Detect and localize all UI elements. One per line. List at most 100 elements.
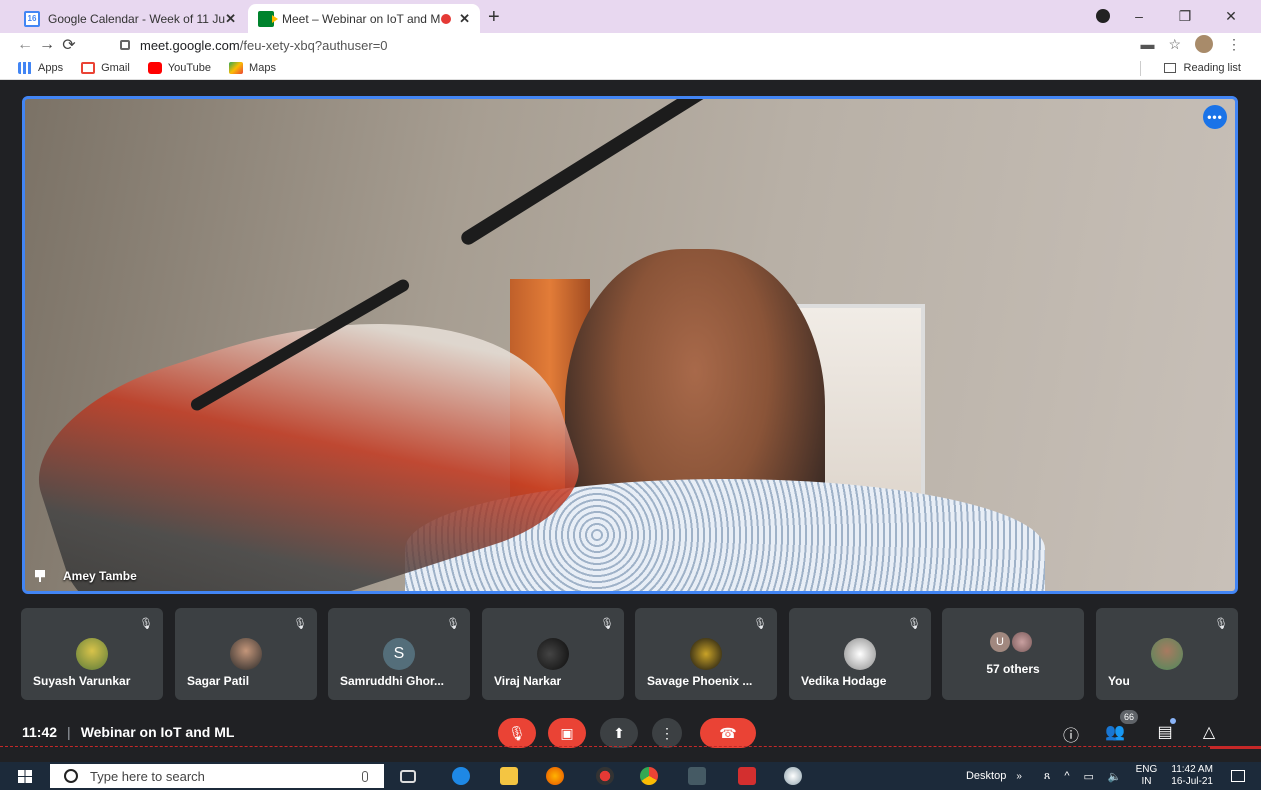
people-icon[interactable]: 👥 (1104, 722, 1126, 742)
desktop-toolbar[interactable]: Desktop (966, 770, 1006, 782)
meeting-title: Webinar on IoT and ML (80, 724, 235, 740)
mic-off-icon: 🎙 (293, 617, 307, 630)
close-window-button[interactable]: ✕ (1208, 4, 1254, 28)
screen-recorder-icon[interactable] (596, 767, 614, 785)
address-bar-actions: ▬ ☆ ⋮ (1140, 35, 1241, 53)
file-explorer-icon[interactable] (500, 767, 518, 785)
microphone-icon[interactable] (362, 770, 368, 782)
firefox-icon[interactable] (546, 767, 564, 785)
task-view-icon[interactable] (400, 770, 416, 783)
back-arrow-icon[interactable]: ← (14, 36, 36, 54)
bookmarks-bar: Apps Gmail YouTube Maps Reading list (0, 57, 1261, 80)
meet-icon (258, 10, 278, 27)
end-call-icon: ☎ (719, 724, 737, 741)
avatar (76, 638, 108, 670)
bookmark-youtube[interactable]: YouTube (147, 62, 211, 74)
participant-tile[interactable]: 🎙 Viraj Narkar (482, 608, 624, 700)
url-field[interactable]: meet.google.com /feu-xety-xbq?authuser=0 (120, 36, 388, 54)
separator: | (67, 724, 71, 740)
photos-icon[interactable] (688, 767, 706, 785)
activities-icon[interactable]: △ (1198, 722, 1220, 742)
acrobat-icon[interactable] (738, 767, 756, 785)
tab-google-calendar[interactable]: 16 Google Calendar - Week of 11 Ju ✕ (14, 4, 246, 33)
search-placeholder: Type here to search (90, 768, 205, 784)
present-screen-button[interactable]: ⬆ (600, 718, 638, 748)
edge-icon[interactable] (452, 767, 470, 785)
star-icon[interactable]: ☆ (1168, 36, 1181, 53)
youtube-icon (147, 62, 162, 74)
reload-icon[interactable]: ⟳ (58, 35, 80, 55)
bookmark-maps[interactable]: Maps (229, 62, 276, 74)
tab-title: Google Calendar - Week of 11 Ju (48, 11, 225, 26)
clock-date: 16-Jul-21 (1171, 776, 1213, 787)
toggle-camera-button[interactable]: ▣ (548, 718, 586, 748)
apps-icon (18, 62, 32, 74)
chrome-icon[interactable] (640, 767, 658, 785)
network-icon[interactable]: ▭ (1084, 770, 1094, 783)
more-options-button[interactable]: ⋮ (652, 718, 682, 748)
others-avatars: U (990, 632, 1032, 652)
meet-stage: ••• Amey Tambe 🎙 Suyash Varunkar 🎙 Sagar… (0, 80, 1261, 762)
people-tray-icon[interactable]: ጸ (1044, 770, 1050, 783)
main-speaker-video[interactable]: ••• Amey Tambe (22, 96, 1238, 594)
system-tray: Desktop » ጸ ^ ▭ 🔈 ENG IN 11:42 AM 16-Jul… (966, 762, 1253, 790)
notification-icon[interactable] (1231, 770, 1245, 782)
language-code: ENG (1135, 764, 1158, 775)
divider (1140, 61, 1141, 76)
participant-name: Viraj Narkar (494, 674, 562, 688)
meeting-time: 11:42 (22, 724, 58, 740)
leave-call-button[interactable]: ☎ (700, 718, 756, 748)
bookmark-label: Gmail (101, 62, 130, 74)
taskbar-search-input[interactable]: Type here to search (50, 764, 384, 788)
close-icon[interactable]: ✕ (459, 11, 470, 27)
reading-list-button[interactable]: Reading list (1163, 62, 1241, 74)
speaker-name: Amey Tambe (63, 569, 137, 583)
pin-icon[interactable] (35, 570, 45, 582)
participant-name: Savage Phoenix ... (647, 674, 753, 688)
participant-name: Sagar Patil (187, 674, 250, 688)
paint-icon[interactable] (784, 767, 802, 785)
tab-meet[interactable]: Meet – Webinar on IoT and M ✕ (248, 4, 480, 33)
mic-off-icon: 🎙 (139, 617, 153, 630)
chevron-up-icon[interactable]: ^ (1064, 770, 1069, 782)
address-bar: ← → ⟳ meet.google.com /feu-xety-xbq?auth… (0, 33, 1261, 57)
info-icon[interactable]: ⓘ (1060, 722, 1082, 746)
url-domain: meet.google.com (140, 37, 240, 53)
language-indicator[interactable]: ENG IN (1136, 764, 1158, 788)
lock-icon (120, 40, 130, 50)
close-icon[interactable]: ✕ (225, 11, 236, 27)
participant-tile-self[interactable]: 🎙 You (1096, 608, 1238, 700)
avatar: U (990, 632, 1010, 652)
bookmark-gmail[interactable]: Gmail (81, 62, 130, 74)
volume-icon[interactable]: 🔈 (1108, 770, 1122, 783)
more-vert-icon: ⋮ (660, 724, 674, 741)
participant-tile[interactable]: 🎙 Vedika Hodage (789, 608, 931, 700)
menu-icon[interactable]: ⋮ (1227, 36, 1241, 53)
new-tab-button[interactable]: + (488, 6, 500, 29)
clock-time: 11:42 AM (1171, 764, 1213, 775)
more-options-button[interactable]: ••• (1203, 105, 1227, 129)
participant-tile[interactable]: 🎙 S Samruddhi Ghor... (328, 608, 470, 700)
bookmark-apps[interactable]: Apps (18, 62, 63, 74)
camera-indicator-icon[interactable]: ▬ (1140, 36, 1154, 52)
recording-icon (441, 13, 452, 24)
avatar (690, 638, 722, 670)
system-clock[interactable]: 11:42 AM 16-Jul-21 (1171, 764, 1213, 788)
forward-arrow-icon[interactable]: → (36, 36, 58, 54)
avatar (537, 638, 569, 670)
participant-tile[interactable]: 🎙 Savage Phoenix ... (635, 608, 777, 700)
others-tile[interactable]: U 57 others (942, 608, 1084, 700)
maximize-button[interactable]: ❐ (1162, 4, 1208, 28)
camera-off-icon: ▣ (560, 724, 574, 741)
participant-tile[interactable]: 🎙 Suyash Varunkar (21, 608, 163, 700)
minimize-button[interactable]: – (1116, 4, 1162, 28)
account-avatar[interactable] (1195, 35, 1213, 53)
toggle-mic-button[interactable]: 🎙 (498, 718, 536, 748)
chat-icon[interactable]: ▤ (1154, 722, 1176, 742)
participant-tile[interactable]: 🎙 Sagar Patil (175, 608, 317, 700)
participant-name: You (1108, 674, 1130, 688)
windows-start-icon[interactable] (18, 770, 32, 783)
toolbar-overflow[interactable]: » (1016, 771, 1022, 782)
participant-name: Vedika Hodage (801, 674, 887, 688)
reading-list-label: Reading list (1183, 62, 1241, 74)
